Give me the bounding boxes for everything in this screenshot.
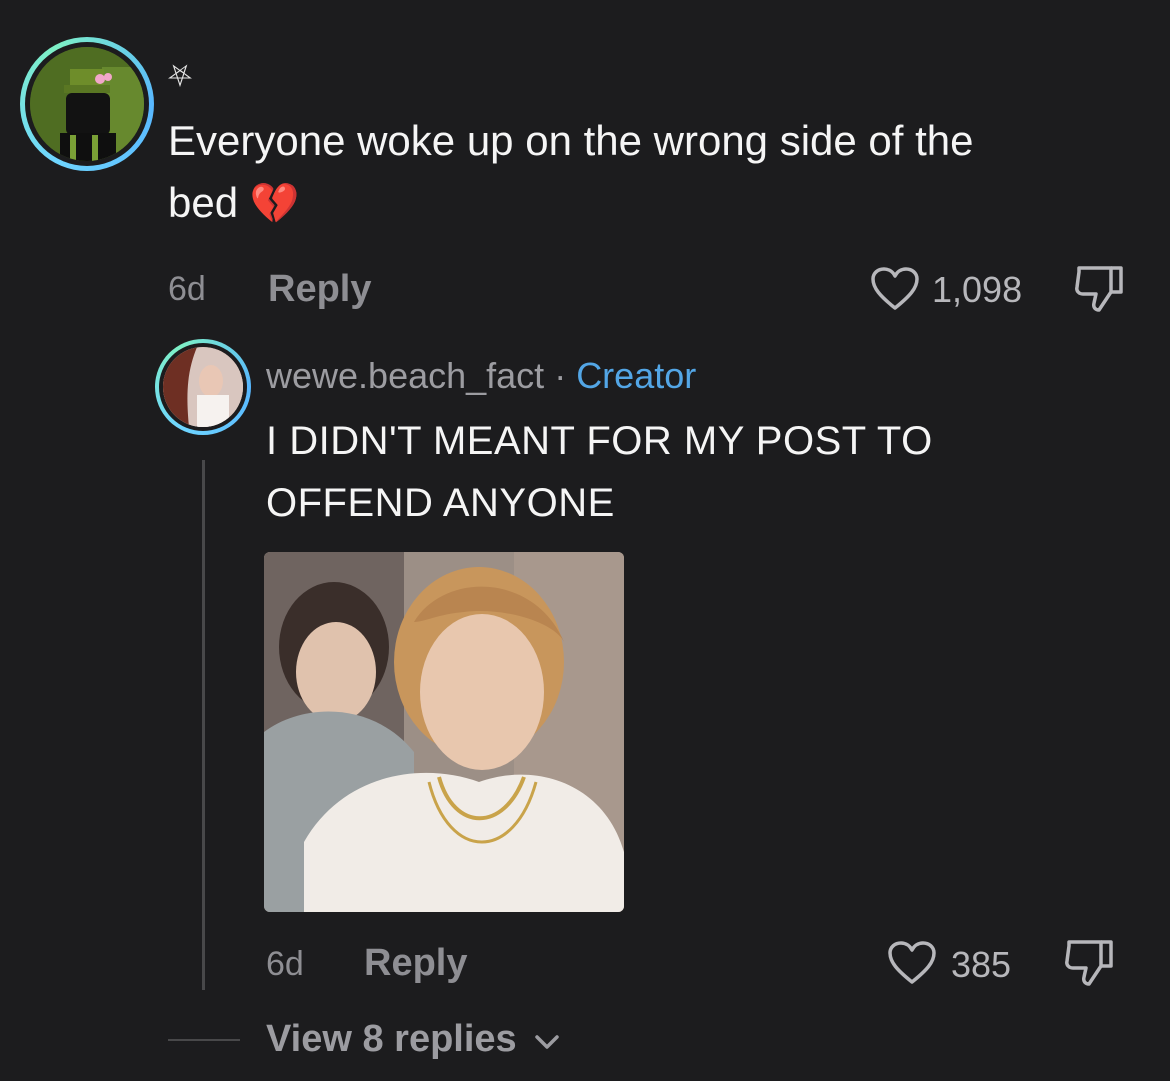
reply-text-line-1: I DIDN'T MEANT FOR MY POST TO <box>266 419 933 463</box>
creator-badge: Creator <box>576 355 697 396</box>
view-replies-label: View 8 replies <box>266 1018 517 1060</box>
comment-text-line-2: bed 💔 <box>168 172 1128 235</box>
thumbs-down-icon <box>1073 264 1127 314</box>
comment-timestamp: 6d <box>168 270 206 308</box>
like-button[interactable] <box>870 266 920 312</box>
commenter-username[interactable]: ⛧ <box>168 62 192 92</box>
comment-text-line-2-text: bed <box>168 179 239 226</box>
comment-text-line-1: Everyone woke up on the wrong side of th… <box>168 117 974 164</box>
reply-avatar[interactable] <box>155 339 251 435</box>
view-replies-button[interactable]: View 8 replies <box>266 1018 561 1062</box>
broken-heart-emoji: 💔 <box>249 182 300 226</box>
commenter-avatar[interactable] <box>20 37 154 171</box>
comment-text: Everyone woke up on the wrong side of th… <box>168 110 1128 235</box>
reply-text-line-2: OFFEND ANYONE <box>266 481 615 525</box>
reply-separator: · <box>544 355 577 396</box>
thread-line <box>202 460 205 990</box>
reply-timestamp: 6d <box>266 945 304 983</box>
replies-divider <box>168 1039 240 1041</box>
reply-like-count: 385 <box>951 944 1012 985</box>
comments-screen: ⛧ Everyone woke up on the wrong side of … <box>0 0 1170 1081</box>
comment-reply-button[interactable]: Reply <box>268 268 371 311</box>
reply-header: wewe.beach_fact · Creator <box>266 355 696 397</box>
reply-dislike-button[interactable] <box>1063 938 1117 988</box>
thumbs-down-icon <box>1063 938 1117 988</box>
heart-outline-icon <box>870 266 920 312</box>
comment-like-count: 1,098 <box>932 269 1023 310</box>
dislike-button[interactable] <box>1073 264 1127 314</box>
reply-username[interactable]: wewe.beach_fact <box>266 355 544 396</box>
reply-reply-button[interactable]: Reply <box>364 942 467 985</box>
heart-outline-icon <box>887 940 937 986</box>
reply-text: I DIDN'T MEANT FOR MY POST TO OFFEND ANY… <box>266 410 1126 534</box>
reply-image[interactable] <box>264 552 624 912</box>
reply-like-button[interactable] <box>887 940 937 986</box>
chevron-down-icon <box>533 1019 561 1062</box>
